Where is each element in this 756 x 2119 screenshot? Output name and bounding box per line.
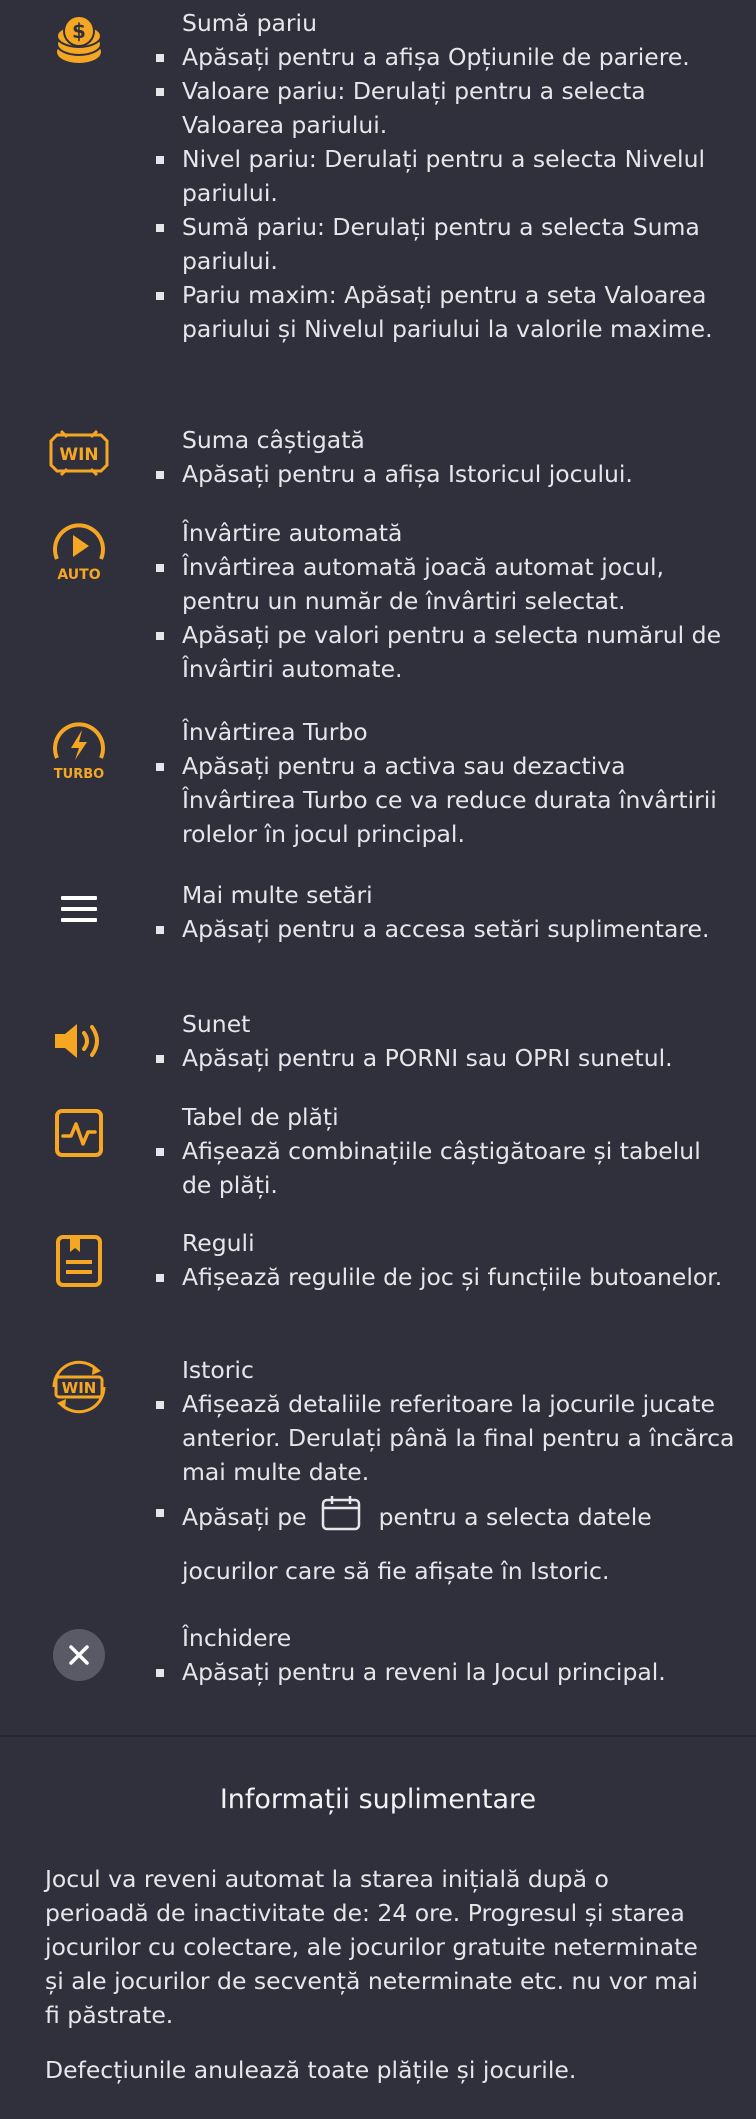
- bullet-text: jocurilor care să fie afișate în Istoric…: [182, 1557, 610, 1585]
- turbo-icon: TURBO: [44, 718, 114, 784]
- autoplay-icon: AUTO: [44, 519, 114, 585]
- item-title: Sunet: [182, 1010, 251, 1038]
- section-divider: [0, 1735, 756, 1737]
- item-title: Mai multe setări: [182, 881, 373, 909]
- bullet: Apăsați pentru a afișa Opțiunile de pari…: [156, 40, 737, 74]
- win-icon: WIN: [44, 427, 114, 479]
- bullet: Afișează detaliile referitoare la jocuri…: [156, 1387, 737, 1489]
- bullet: Apăsați pentru a accesa setări supliment…: [156, 912, 737, 946]
- calendar-icon[interactable]: [321, 1495, 361, 1540]
- item-title: Istoric: [182, 1356, 254, 1384]
- svg-text:$: $: [72, 19, 86, 43]
- win-label: WIN: [59, 445, 98, 465]
- item-title: Închidere: [182, 1624, 292, 1652]
- item-title: Reguli: [182, 1229, 255, 1257]
- coin-stack-icon: $: [44, 14, 114, 66]
- bullet: Nivel pariu: Derulați pentru a selecta N…: [156, 142, 737, 210]
- win-label: WIN: [62, 1379, 97, 1397]
- paytable-icon: [44, 1108, 114, 1158]
- item-title: Sumă pariu: [182, 9, 317, 37]
- info-paragraph: Defecțiunile anulează toate plățile și j…: [45, 2056, 577, 2084]
- rules-icon: [44, 1234, 114, 1288]
- svg-text:TURBO: TURBO: [54, 767, 104, 782]
- item-title: Învârtirea Turbo: [182, 718, 368, 746]
- svg-text:AUTO: AUTO: [57, 567, 100, 583]
- menu-icon: [44, 894, 114, 924]
- bullet: Afișează regulile de joc și funcțiile bu…: [156, 1260, 737, 1294]
- speaker-icon: [44, 1019, 114, 1063]
- bullet: Învârtirea automată joacă automat jocul,…: [156, 550, 737, 618]
- item-title: Suma câștigată: [182, 426, 365, 454]
- bullet-text: pentru a selecta datele: [378, 1503, 652, 1531]
- item-title: Învârtire automată: [182, 519, 403, 547]
- close-icon: [44, 1628, 114, 1682]
- bullet: Apăsați pentru a reveni la Jocul princip…: [156, 1655, 737, 1689]
- info-title: Informații suplimentare: [219, 1784, 537, 1815]
- bullet-text: Apăsați pe: [182, 1503, 307, 1531]
- bullet: Sumă pariu: Derulați pentru a selecta Su…: [156, 210, 737, 278]
- bullet: Pariu maxim: Apăsați pentru a seta Valoa…: [156, 278, 737, 346]
- info-paragraph: Jocul va reveni automat la starea iniția…: [45, 1865, 699, 2029]
- bullet: Afișează combinațiile câștigătoare și ta…: [156, 1134, 737, 1202]
- bullet: Apăsați pentru a afișa Istoricul jocului…: [156, 457, 737, 491]
- bullet: Valoare pariu: Derulați pentru a selecta…: [156, 74, 737, 142]
- bullet-date-select: Apăsați pe pentru a selecta datele jocur…: [156, 1495, 737, 1588]
- item-title: Tabel de plăți: [182, 1103, 339, 1131]
- bullet: Apăsați pe valori pentru a selecta număr…: [156, 618, 737, 686]
- bullet: Apăsați pentru a PORNI sau OPRI sunetul.: [156, 1041, 737, 1075]
- history-icon: WIN: [44, 1359, 114, 1415]
- bullet: Apăsați pentru a activa sau dezactiva În…: [156, 749, 737, 851]
